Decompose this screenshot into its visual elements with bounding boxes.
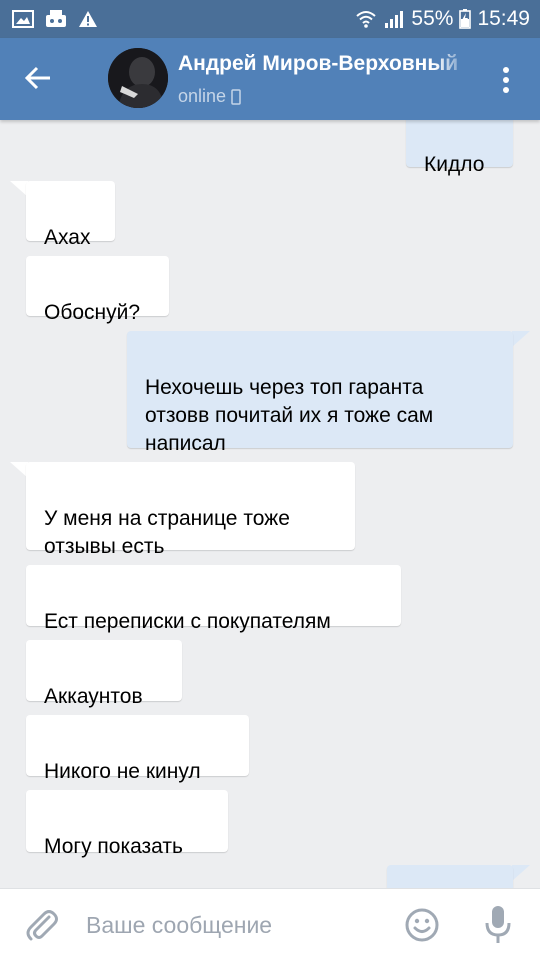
battery-percent: 55% [411,7,454,30]
paperclip-icon [26,910,58,941]
game-icon [46,10,66,27]
voice-message-button[interactable] [482,903,514,947]
emoji-icon [405,908,439,942]
message-text: Могу показать [44,835,183,858]
message-in[interactable]: Обоснуй? [26,256,169,324]
message-text: Нехочешь через топ гаранта отзовв почита… [145,376,434,455]
message-out[interactable]: Нехочешь через топ гаранта отзовв почита… [127,331,513,455]
attach-button[interactable] [22,905,62,945]
message-out[interactable]: Д [387,865,513,888]
clock: 15:49 [477,7,530,30]
message-list[interactable]: Кидло Ахах Обоснуй? Нехочешь через топ г… [0,120,540,888]
message-in[interactable]: Могу показать [26,790,228,858]
message-input[interactable] [86,903,386,947]
mobile-phone-icon [231,88,241,105]
emoji-button[interactable] [404,907,440,943]
microphone-icon [485,906,511,943]
battery-icon [459,9,472,29]
composer [0,888,540,960]
avatar-photo [108,48,168,108]
wifi-icon [356,11,377,28]
message-in[interactable]: Ест переписки с покупателям [26,565,401,633]
status-bar: 55% 15:49 [0,0,540,38]
more-vertical-icon [503,67,509,93]
message-text: Ахах [44,226,91,249]
message-text: Кидло [424,153,485,176]
contact-status: online [178,86,241,107]
arrow-left-icon [24,66,50,90]
message-in[interactable]: Ахах [26,181,115,249]
chat-header: Андрей Миров-Верховный online [0,38,540,120]
bubble-tail [512,331,530,347]
message-text: Обоснуй? [44,301,141,324]
image-icon [12,10,34,28]
message-text: Никого не кинул [44,760,201,783]
avatar[interactable] [108,48,168,108]
message-text: Аккаунтов [44,685,143,708]
message-out[interactable]: Кидло [406,120,513,176]
contact-name[interactable]: Андрей Миров-Верховный [178,52,470,76]
bubble-tail [512,865,530,881]
message-in[interactable]: У меня на странице тоже отзывы есть [26,462,355,558]
back-button[interactable] [14,54,62,102]
online-status: online [178,86,227,106]
message-text: У меня на странице тоже отзывы есть [44,507,290,558]
more-menu-button[interactable] [486,58,526,102]
signal-icon [385,11,404,28]
message-text: Ест переписки с покупателям [44,610,331,633]
message-in[interactable]: Никого не кинул [26,715,249,783]
warning-icon [79,11,97,27]
message-in[interactable]: Аккаунтов [26,640,182,708]
